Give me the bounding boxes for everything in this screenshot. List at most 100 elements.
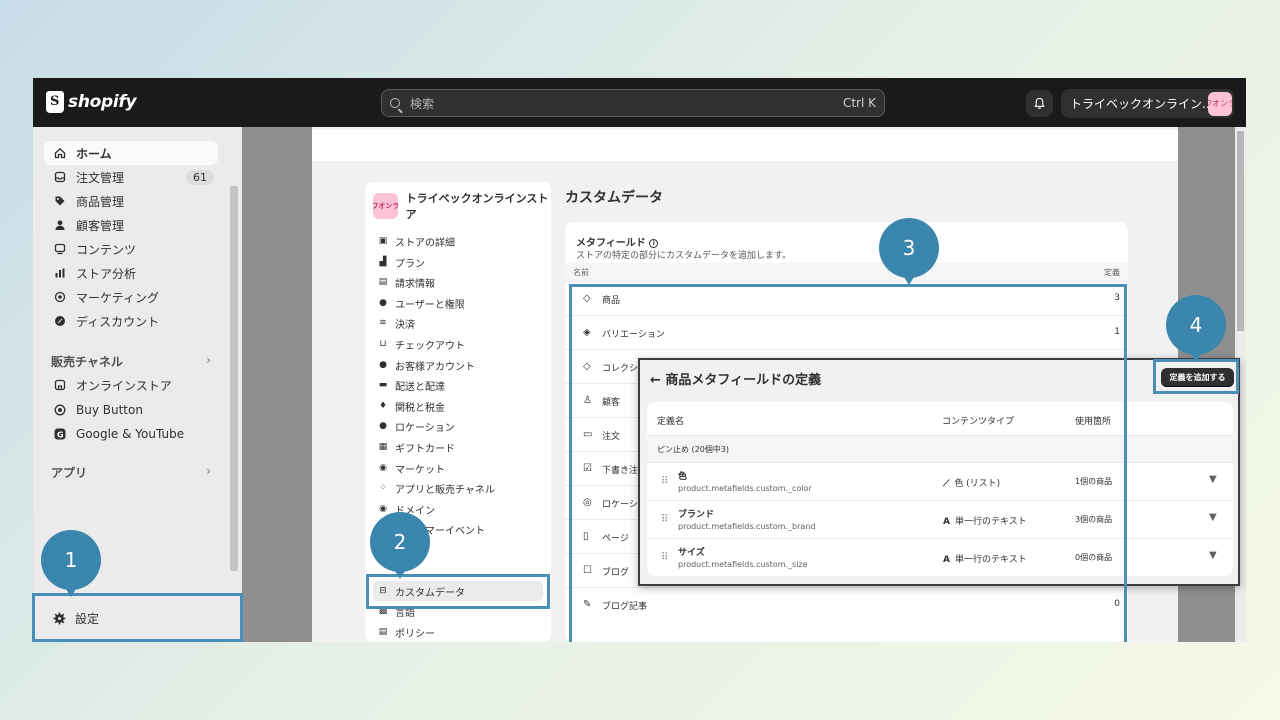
logo-text: shopify: [68, 92, 137, 112]
sales-channels-heading[interactable]: 販売チャネル ›: [51, 353, 211, 370]
search-icon: [390, 98, 400, 108]
col-def-header: 定義: [1104, 268, 1120, 277]
settings-item-store-details[interactable]: ▣ ストアの詳細: [373, 231, 543, 251]
sidebar-item-label: Buy Button: [76, 403, 143, 417]
home-icon: [53, 146, 67, 160]
highlight-custom-data: [366, 574, 550, 609]
add-definition-button[interactable]: 定義を追加する: [1161, 368, 1234, 387]
domain-icon: ◉: [379, 504, 387, 514]
metafields-table-header: 名前 定義: [565, 263, 1128, 281]
search-input[interactable]: 検索 Ctrl K: [381, 89, 885, 117]
sidebar-item-label: 顧客管理: [76, 218, 125, 233]
billing-icon: ▤: [378, 277, 388, 287]
settings-item-policies[interactable]: ▤ ポリシー: [373, 622, 543, 642]
pin-icon[interactable]: ▼: [1209, 512, 1217, 523]
settings-item-label: 請求情報: [395, 278, 435, 290]
search-shortcut: Ctrl K: [842, 96, 876, 110]
sidebar-item-customers[interactable]: 顧客管理: [44, 213, 218, 237]
person-icon: [53, 218, 67, 232]
policy-icon: ▤: [378, 627, 388, 637]
settings-item-shipping[interactable]: ▬ 配送と配達: [373, 375, 543, 395]
settings-nav: ワオンラ トライベックオンラインストア ▣ ストアの詳細 ▟ プラン ▤ 請求情報 ●…: [365, 182, 551, 642]
sidebar-item-content[interactable]: コンテンツ: [44, 237, 218, 261]
sidebar-item-label: Google & YouTube: [76, 427, 185, 441]
store-avatar: ワオンラ: [373, 193, 398, 219]
bar-chart-icon: [53, 266, 67, 280]
truck-icon: ▬: [378, 380, 388, 390]
sales-channels-label: 販売チャネル: [51, 355, 123, 369]
top-bar: shopify 検索 Ctrl K トライベックオンライン... ワオンラ: [33, 78, 1246, 127]
store-menu-button[interactable]: トライベックオンライン... ワオンラ: [1061, 89, 1234, 118]
tax-icon: ♦: [378, 401, 388, 411]
highlight-settings: [32, 593, 243, 642]
sidebar-item-label: ホーム: [76, 146, 112, 161]
sidebar-item-label: 注文管理: [76, 170, 125, 185]
store-icon: ▣: [378, 236, 388, 246]
globe-icon: ◉: [379, 463, 387, 473]
sidebar-item-orders[interactable]: 注文管理 61: [44, 165, 218, 189]
content-icon: [53, 242, 67, 256]
sidebar-item-home[interactable]: ホーム: [44, 141, 218, 165]
settings-item-taxes[interactable]: ♦ 関税と税金: [373, 396, 543, 416]
settings-item-label: チェックアウト: [395, 340, 465, 352]
settings-item-checkout[interactable]: ⊔ チェックアウト: [373, 334, 543, 354]
info-icon[interactable]: i: [649, 238, 659, 248]
shopify-bag-icon: [46, 91, 64, 113]
settings-item-label: お客様アカウント: [395, 361, 475, 373]
settings-item-locations[interactable]: ● ロケーション: [373, 416, 543, 436]
sidebar-item-label: マーケティング: [76, 290, 160, 305]
sidebar-item-online-store[interactable]: オンラインストア: [44, 373, 218, 397]
settings-item-label: ギフトカード: [395, 443, 455, 455]
notifications-button[interactable]: [1026, 90, 1053, 117]
settings-item-label: ストアの詳細: [395, 237, 455, 249]
sidebar-scrollbar[interactable]: [230, 186, 238, 571]
sidebar-item-google-youtube[interactable]: G Google & YouTube: [44, 422, 218, 446]
sidebar-item-label: ディスカウント: [76, 314, 160, 329]
pin-icon[interactable]: ▼: [1209, 474, 1217, 485]
settings-store-header: ワオンラ トライベックオンラインストア: [373, 190, 551, 222]
sidebar-item-label: ストア分析: [76, 266, 137, 281]
settings-item-billing[interactable]: ▤ 請求情報: [373, 272, 543, 292]
apps-heading[interactable]: アプリ ›: [51, 464, 211, 481]
discount-icon: [53, 314, 67, 328]
plan-icon: ▟: [379, 257, 387, 267]
settings-item-label: ユーザーと権限: [395, 299, 465, 311]
inbox-icon: [53, 170, 67, 184]
svg-text:G: G: [57, 431, 64, 440]
tag-icon: [53, 194, 67, 208]
settings-item-payments[interactable]: ≋ 決済: [373, 313, 543, 333]
store-avatar: ワオンラ: [1208, 91, 1232, 116]
chevron-right-icon: ›: [206, 464, 211, 478]
highlight-metafield-list: [569, 284, 1127, 642]
buy-button-icon: [53, 403, 67, 417]
sidebar-item-products[interactable]: 商品管理: [44, 189, 218, 213]
settings-item-label: 決済: [395, 319, 415, 331]
sidebar-item-marketing[interactable]: マーケティング: [44, 285, 218, 309]
add-definition-highlight: 定義を追加する: [1153, 359, 1239, 394]
settings-item-label: ポリシー: [395, 628, 435, 640]
apps-icon: ⁘: [379, 483, 387, 493]
location-icon: ●: [379, 421, 387, 431]
bell-icon: [1034, 97, 1045, 109]
pin-icon[interactable]: ▼: [1209, 550, 1217, 561]
apps-label: アプリ: [51, 466, 88, 480]
target-icon: [53, 290, 67, 304]
search-placeholder: 検索: [410, 96, 435, 111]
sidebar-item-analytics[interactable]: ストア分析: [44, 261, 218, 285]
sidebar-item-discounts[interactable]: ディスカウント: [44, 309, 218, 333]
settings-item-plan[interactable]: ▟ プラン: [373, 252, 543, 272]
step-callout-2: 2: [370, 512, 430, 579]
settings-item-label: アプリと販売チャネル: [395, 484, 495, 496]
settings-item-apps[interactable]: ⁘ アプリと販売チャネル: [373, 478, 543, 498]
settings-item-markets[interactable]: ◉ マーケット: [373, 458, 543, 478]
settings-item-customer-accounts[interactable]: ● お客様アカウント: [373, 355, 543, 375]
sidebar-item-buy-button[interactable]: Buy Button: [44, 398, 218, 422]
metafields-description: ストアの特定の部分にカスタムデータを追加します。: [576, 251, 792, 261]
shopify-logo[interactable]: shopify: [46, 91, 137, 113]
settings-item-label: 関税と税金: [395, 402, 445, 414]
settings-item-users[interactable]: ● ユーザーと権限: [373, 293, 543, 313]
page-title: カスタムデータ: [565, 190, 663, 206]
settings-store-name: トライベックオンラインストア: [405, 192, 549, 221]
settings-item-gift-cards[interactable]: ▦ ギフトカード: [373, 437, 543, 457]
scrollbar-thumb[interactable]: [1237, 131, 1244, 331]
